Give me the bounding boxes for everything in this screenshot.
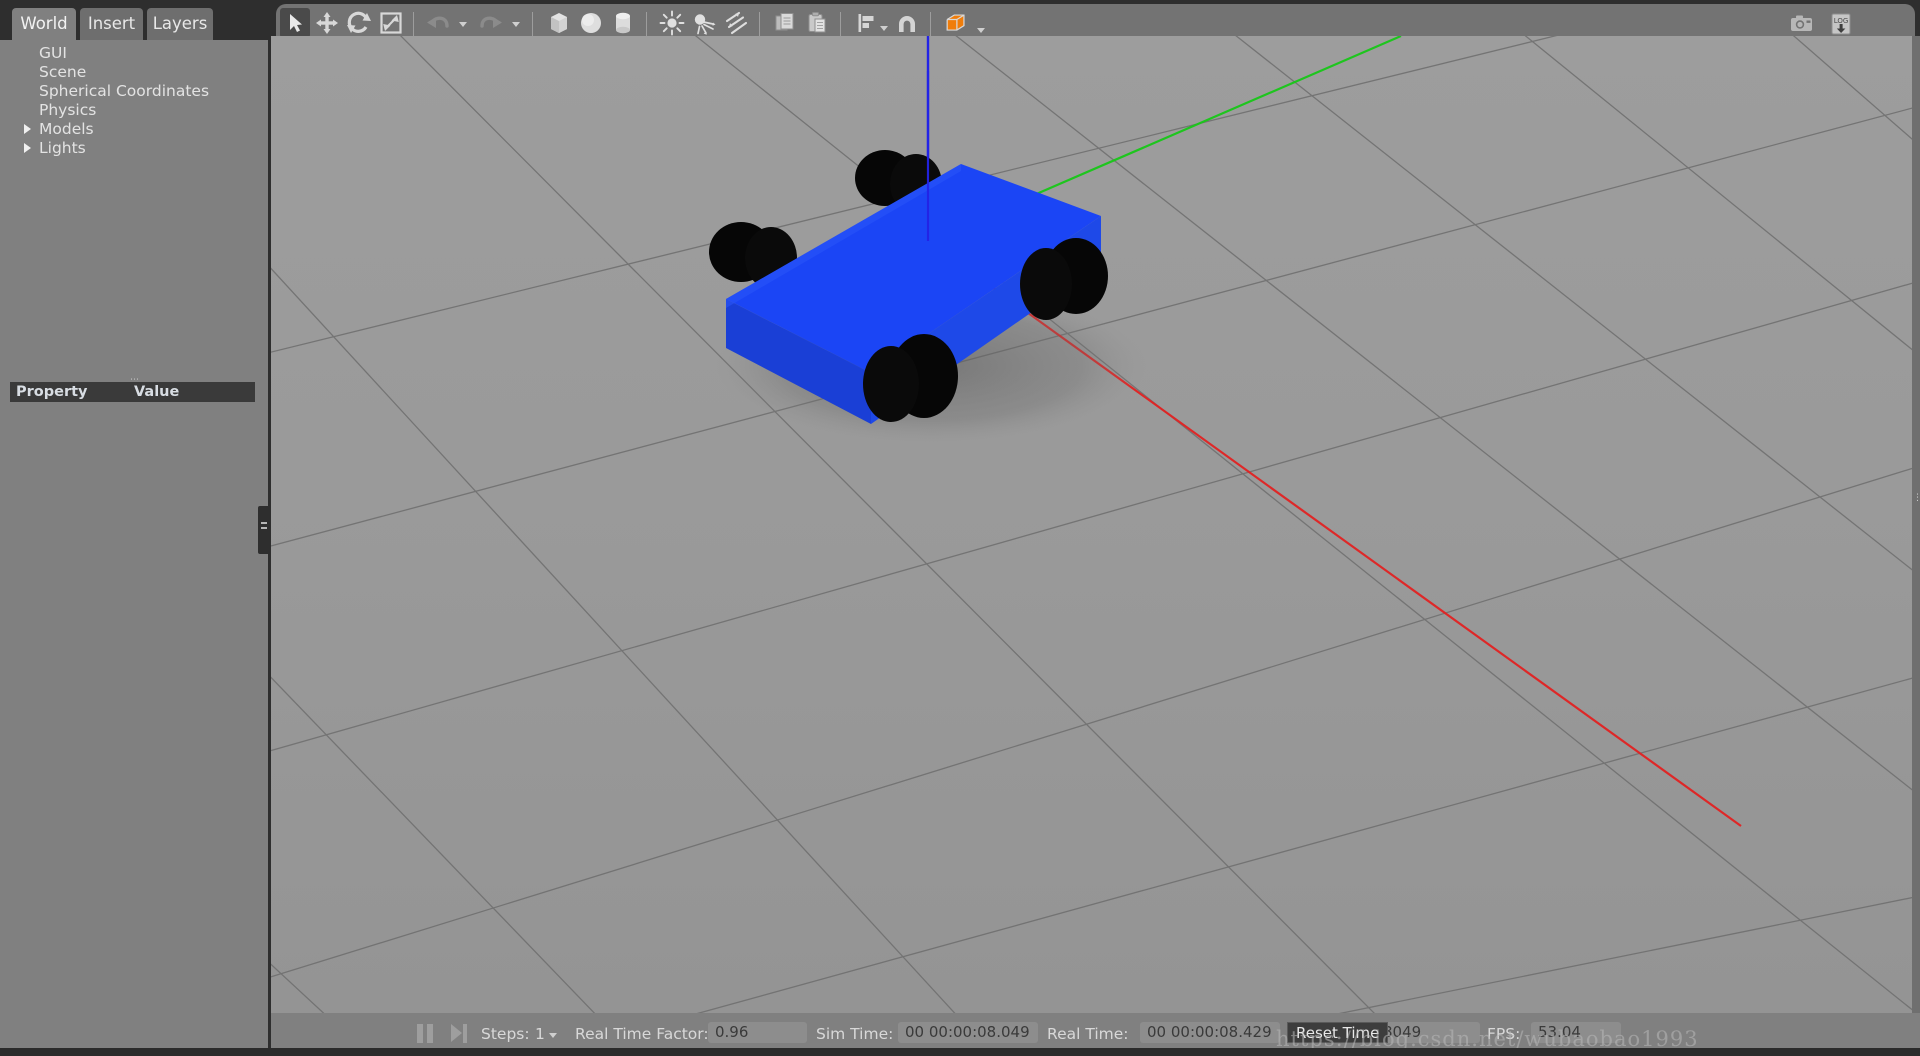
scale-icon [380, 12, 402, 34]
copy-button[interactable] [770, 8, 800, 38]
move-arrows-icon [316, 12, 338, 34]
camera-icon [1791, 15, 1812, 31]
toolbar-separator [413, 12, 414, 36]
pause-button[interactable] [417, 1024, 435, 1043]
toolbar-separator [759, 12, 760, 36]
steps-label: Steps: [481, 1025, 530, 1043]
scale-mode-button[interactable] [376, 8, 406, 38]
chevron-right-icon[interactable] [24, 124, 31, 134]
tree-item-label: Physics [39, 101, 97, 119]
align-dropdown-caret-icon[interactable] [880, 26, 888, 31]
tab-layers[interactable]: Layers [147, 8, 213, 40]
steps-dropdown-caret-icon[interactable] [549, 1033, 557, 1038]
property-table-header: Property Value [10, 382, 255, 402]
undo-arrow-icon [427, 16, 449, 28]
rotate-icon [347, 11, 371, 33]
tree-item-scene[interactable]: Scene [0, 63, 270, 82]
steps-value[interactable]: 1 [535, 1025, 545, 1043]
view-angle-dropdown-caret-icon[interactable] [977, 28, 985, 33]
gazebo-scene[interactable] [271, 36, 1920, 1020]
left-panel: World Insert Layers GUI Scene Spherical … [0, 0, 271, 1056]
sim-time-label: Sim Time: [816, 1025, 894, 1043]
sim-time-value: 00 00:00:08.049 [898, 1022, 1038, 1043]
view-cube-icon [946, 14, 965, 31]
spot-light-icon [694, 14, 716, 35]
view-scroll-handle[interactable]: ⋮ [1912, 36, 1920, 1020]
tab-world[interactable]: World [12, 8, 76, 40]
world-tree: GUI Scene Spherical Coordinates Physics … [0, 40, 270, 372]
insert-box-button[interactable] [544, 8, 574, 38]
window-bottom-edge [0, 1048, 1920, 1056]
box-icon [551, 13, 567, 33]
spot-light-button[interactable] [689, 8, 719, 38]
real-time-factor-value: 0.96 [708, 1022, 807, 1043]
tree-item-label: Models [39, 120, 94, 138]
left-panel-tabbar: World Insert Layers [0, 0, 270, 40]
redo-button[interactable] [476, 8, 506, 38]
tree-item-lights[interactable]: Lights [0, 139, 270, 158]
log-record-button[interactable]: LOG [1827, 10, 1855, 38]
redo-arrow-icon [480, 16, 502, 28]
rotate-mode-button[interactable] [344, 8, 374, 38]
log-download-icon: LOG [1831, 13, 1851, 35]
panel-resize-handle[interactable] [258, 506, 270, 554]
gazebo-window: World Insert Layers GUI Scene Spherical … [0, 0, 1920, 1056]
snap-button[interactable] [892, 8, 922, 38]
translate-mode-button[interactable] [312, 8, 342, 38]
redo-dropdown-caret-icon[interactable] [512, 22, 520, 27]
point-light-button[interactable] [657, 8, 687, 38]
toolbar-separator [646, 12, 647, 36]
directional-light-icon [725, 11, 748, 35]
cursor-arrow-icon [290, 14, 302, 32]
tree-item-label: Spherical Coordinates [39, 82, 210, 100]
undo-dropdown-caret-icon[interactable] [459, 22, 467, 27]
column-header-value: Value [134, 384, 180, 400]
magnet-snap-icon [899, 16, 915, 32]
grip-dots-icon [261, 522, 267, 524]
tree-item-models[interactable]: Models [0, 120, 270, 139]
tree-item-physics[interactable]: Physics [0, 101, 270, 120]
tree-item-label: Scene [39, 63, 87, 81]
align-icon [858, 14, 874, 32]
property-table-body [10, 402, 255, 1042]
step-forward-icon [451, 1024, 462, 1042]
tree-item-gui[interactable]: GUI [0, 44, 270, 63]
toolbar-separator [840, 12, 841, 36]
cylinder-icon [616, 12, 630, 34]
sphere-icon [581, 13, 601, 33]
paste-button[interactable] [802, 8, 832, 38]
screenshot-button[interactable] [1788, 10, 1816, 38]
align-button[interactable] [852, 8, 882, 38]
view-angle-button[interactable] [941, 8, 975, 38]
tree-item-spherical-coordinates[interactable]: Spherical Coordinates [0, 82, 270, 101]
toolbar-separator [532, 12, 533, 36]
toolbar-separator [930, 12, 931, 36]
chevron-right-icon[interactable] [24, 143, 31, 153]
real-time-factor-label: Real Time Factor: [575, 1025, 709, 1043]
3d-render-view[interactable] [271, 36, 1920, 1020]
svg-text:LOG: LOG [1834, 17, 1849, 25]
tree-item-label: GUI [39, 44, 67, 62]
copy-icon [775, 13, 794, 31]
insert-sphere-button[interactable] [576, 8, 606, 38]
undo-button[interactable] [423, 8, 453, 38]
real-time-label: Real Time: [1047, 1025, 1129, 1043]
insert-cylinder-button[interactable] [608, 8, 638, 38]
column-header-property: Property [16, 384, 88, 400]
grip-dots-icon: ⋮ [1913, 493, 1920, 503]
point-light-icon [659, 10, 685, 36]
real-time-value: 00 00:00:08.429 [1140, 1022, 1280, 1043]
ground-plane [271, 36, 1920, 1020]
directional-light-button[interactable] [721, 8, 751, 38]
tree-item-label: Lights [39, 139, 86, 157]
select-mode-button[interactable] [280, 8, 310, 38]
tab-insert[interactable]: Insert [80, 8, 143, 40]
paste-icon [808, 12, 826, 33]
step-forward-button[interactable] [451, 1024, 469, 1043]
